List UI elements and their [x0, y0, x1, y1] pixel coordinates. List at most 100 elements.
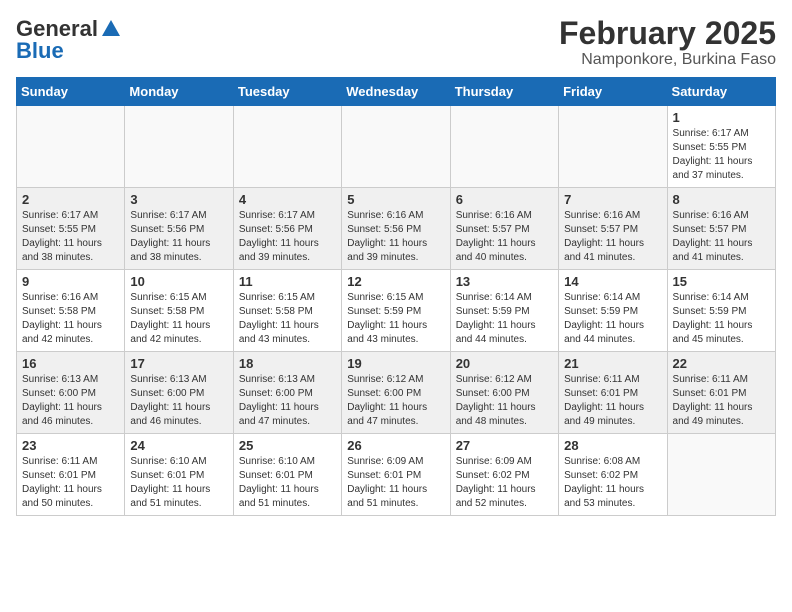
weekday-header-saturday: Saturday: [667, 78, 775, 106]
calendar-day-cell: 19Sunrise: 6:12 AM Sunset: 6:00 PM Dayli…: [342, 352, 450, 434]
calendar-day-cell: 28 Sunrise: 6:08 AM Sunset: 6:02 PM Dayli…: [559, 434, 667, 516]
day-detail: Sunrise: 6:08 AM Sunset: 6:02 PM Dayligh…: [564, 455, 661, 511]
day-detail: Sunrise: 6:16 AM Sunset: 5:57 PM Dayligh…: [673, 209, 770, 265]
logo-icon: [100, 18, 122, 40]
day-number: 11: [239, 274, 336, 289]
weekday-header-tuesday: Tuesday: [233, 78, 341, 106]
day-detail: Sunrise: 6:17 AM Sunset: 5:56 PM Dayligh…: [239, 209, 336, 265]
day-number: 1: [673, 110, 770, 125]
day-number: 18: [239, 356, 336, 371]
calendar-day-cell: 11 Sunrise: 6:15 AM Sunset: 5:58 PM Dayli…: [233, 270, 341, 352]
day-number: 21: [564, 356, 661, 371]
calendar-day-cell: [233, 106, 341, 188]
calendar-week-row: 16 Sunrise: 6:13 AM Sunset: 6:00 PM Dayli…: [17, 352, 776, 434]
calendar-day-cell: 8 Sunrise: 6:16 AM Sunset: 5:57 PM Daylig…: [667, 188, 775, 270]
day-number: 2: [22, 192, 119, 207]
day-detail: Sunrise: 6:11 AM Sunset: 6:01 PM Dayligh…: [564, 373, 661, 429]
calendar-day-cell: 4 Sunrise: 6:17 AM Sunset: 5:56 PM Daylig…: [233, 188, 341, 270]
day-detail: Sunrise: 6:16 AM Sunset: 5:57 PM Dayligh…: [564, 209, 661, 265]
page-header: General Blue February 2025 Namponkore, B…: [16, 16, 776, 69]
calendar-day-cell: 2 Sunrise: 6:17 AM Sunset: 5:55 PM Daylig…: [17, 188, 125, 270]
calendar-day-cell: [667, 434, 775, 516]
calendar-day-cell: 27 Sunrise: 6:09 AM Sunset: 6:02 PM Dayli…: [450, 434, 558, 516]
weekday-header-monday: Monday: [125, 78, 233, 106]
logo-blue: Blue: [16, 38, 64, 64]
calendar-table: SundayMondayTuesdayWednesdayThursdayFrid…: [16, 77, 776, 516]
weekday-header-row: SundayMondayTuesdayWednesdayThursdayFrid…: [17, 78, 776, 106]
calendar-day-cell: [559, 106, 667, 188]
day-detail: Sunrise: 6:16 AM Sunset: 5:57 PM Dayligh…: [456, 209, 553, 265]
calendar-week-row: 1Sunrise: 6:17 AM Sunset: 5:55 PM Daylig…: [17, 106, 776, 188]
day-number: 5: [347, 192, 444, 207]
weekday-header-wednesday: Wednesday: [342, 78, 450, 106]
day-detail: Sunrise: 6:14 AM Sunset: 5:59 PM Dayligh…: [564, 291, 661, 347]
location-title: Namponkore, Burkina Faso: [559, 51, 776, 69]
logo: General Blue: [16, 16, 122, 64]
calendar-day-cell: 7 Sunrise: 6:16 AM Sunset: 5:57 PM Daylig…: [559, 188, 667, 270]
calendar-day-cell: 23 Sunrise: 6:11 AM Sunset: 6:01 PM Dayli…: [17, 434, 125, 516]
day-number: 6: [456, 192, 553, 207]
calendar-week-row: 2 Sunrise: 6:17 AM Sunset: 5:55 PM Daylig…: [17, 188, 776, 270]
day-detail: Sunrise: 6:15 AM Sunset: 5:58 PM Dayligh…: [239, 291, 336, 347]
day-detail: Sunrise: 6:13 AM Sunset: 6:00 PM Dayligh…: [239, 373, 336, 429]
calendar-day-cell: 3 Sunrise: 6:17 AM Sunset: 5:56 PM Daylig…: [125, 188, 233, 270]
calendar-day-cell: 20 Sunrise: 6:12 AM Sunset: 6:00 PM Dayli…: [450, 352, 558, 434]
calendar-day-cell: [342, 106, 450, 188]
day-detail: Sunrise: 6:12 AM Sunset: 6:00 PM Dayligh…: [456, 373, 553, 429]
day-detail: Sunrise: 6:16 AM Sunset: 5:56 PM Dayligh…: [347, 209, 444, 265]
calendar-day-cell: 13 Sunrise: 6:14 AM Sunset: 5:59 PM Dayli…: [450, 270, 558, 352]
day-detail: Sunrise: 6:09 AM Sunset: 6:02 PM Dayligh…: [456, 455, 553, 511]
day-number: 3: [130, 192, 227, 207]
day-number: 9: [22, 274, 119, 289]
day-number: 16: [22, 356, 119, 371]
day-detail: Sunrise: 6:10 AM Sunset: 6:01 PM Dayligh…: [239, 455, 336, 511]
day-number: 17: [130, 356, 227, 371]
calendar-week-row: 9 Sunrise: 6:16 AM Sunset: 5:58 PM Daylig…: [17, 270, 776, 352]
day-detail: Sunrise: 6:16 AM Sunset: 5:58 PM Dayligh…: [22, 291, 119, 347]
calendar-day-cell: 16 Sunrise: 6:13 AM Sunset: 6:00 PM Dayli…: [17, 352, 125, 434]
day-number: 7: [564, 192, 661, 207]
day-detail: Sunrise: 6:11 AM Sunset: 6:01 PM Dayligh…: [22, 455, 119, 511]
day-detail: Sunrise: 6:10 AM Sunset: 6:01 PM Dayligh…: [130, 455, 227, 511]
day-number: 22: [673, 356, 770, 371]
day-number: 27: [456, 438, 553, 453]
calendar-day-cell: 22Sunrise: 6:11 AM Sunset: 6:01 PM Dayli…: [667, 352, 775, 434]
day-number: 28: [564, 438, 661, 453]
calendar-day-cell: 10 Sunrise: 6:15 AM Sunset: 5:58 PM Dayli…: [125, 270, 233, 352]
calendar-day-cell: [125, 106, 233, 188]
calendar-day-cell: 14Sunrise: 6:14 AM Sunset: 5:59 PM Dayli…: [559, 270, 667, 352]
day-number: 8: [673, 192, 770, 207]
calendar-day-cell: 24 Sunrise: 6:10 AM Sunset: 6:01 PM Dayli…: [125, 434, 233, 516]
day-detail: Sunrise: 6:13 AM Sunset: 6:00 PM Dayligh…: [22, 373, 119, 429]
day-number: 10: [130, 274, 227, 289]
calendar-day-cell: [450, 106, 558, 188]
day-number: 19: [347, 356, 444, 371]
day-number: 12: [347, 274, 444, 289]
day-number: 13: [456, 274, 553, 289]
day-detail: Sunrise: 6:09 AM Sunset: 6:01 PM Dayligh…: [347, 455, 444, 511]
day-number: 4: [239, 192, 336, 207]
calendar-day-cell: [17, 106, 125, 188]
calendar-day-cell: 5 Sunrise: 6:16 AM Sunset: 5:56 PM Daylig…: [342, 188, 450, 270]
day-detail: Sunrise: 6:15 AM Sunset: 5:58 PM Dayligh…: [130, 291, 227, 347]
weekday-header-thursday: Thursday: [450, 78, 558, 106]
weekday-header-friday: Friday: [559, 78, 667, 106]
title-block: February 2025 Namponkore, Burkina Faso: [559, 16, 776, 69]
calendar-day-cell: 21 Sunrise: 6:11 AM Sunset: 6:01 PM Dayli…: [559, 352, 667, 434]
day-detail: Sunrise: 6:17 AM Sunset: 5:55 PM Dayligh…: [22, 209, 119, 265]
calendar-day-cell: 25Sunrise: 6:10 AM Sunset: 6:01 PM Dayli…: [233, 434, 341, 516]
calendar-day-cell: 17 Sunrise: 6:13 AM Sunset: 6:00 PM Dayli…: [125, 352, 233, 434]
calendar-day-cell: 1Sunrise: 6:17 AM Sunset: 5:55 PM Daylig…: [667, 106, 775, 188]
day-detail: Sunrise: 6:14 AM Sunset: 5:59 PM Dayligh…: [673, 291, 770, 347]
day-detail: Sunrise: 6:15 AM Sunset: 5:59 PM Dayligh…: [347, 291, 444, 347]
day-detail: Sunrise: 6:13 AM Sunset: 6:00 PM Dayligh…: [130, 373, 227, 429]
day-detail: Sunrise: 6:14 AM Sunset: 5:59 PM Dayligh…: [456, 291, 553, 347]
day-detail: Sunrise: 6:17 AM Sunset: 5:56 PM Dayligh…: [130, 209, 227, 265]
calendar-week-row: 23 Sunrise: 6:11 AM Sunset: 6:01 PM Dayli…: [17, 434, 776, 516]
weekday-header-sunday: Sunday: [17, 78, 125, 106]
day-number: 20: [456, 356, 553, 371]
day-number: 24: [130, 438, 227, 453]
month-title: February 2025: [559, 16, 776, 51]
calendar-day-cell: 6 Sunrise: 6:16 AM Sunset: 5:57 PM Daylig…: [450, 188, 558, 270]
day-number: 23: [22, 438, 119, 453]
